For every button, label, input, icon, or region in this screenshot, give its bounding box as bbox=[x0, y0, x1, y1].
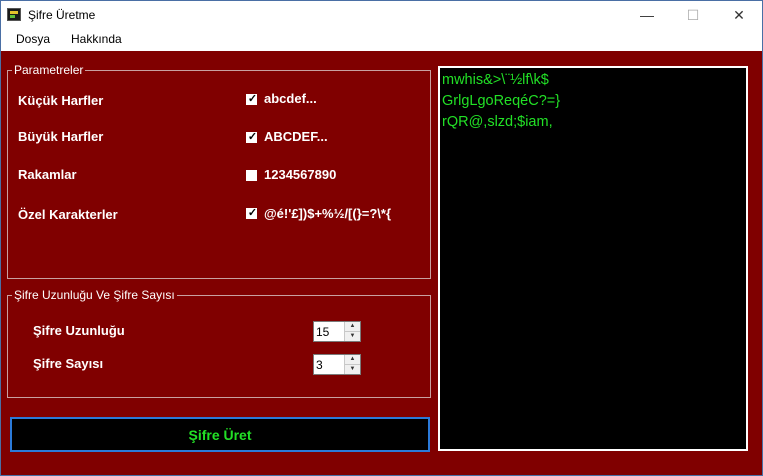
length-label: Şifre Uzunluğu bbox=[33, 323, 125, 338]
digits-checkbox[interactable] bbox=[246, 170, 257, 181]
count-stepper-arrows: ▲ ▼ bbox=[344, 355, 360, 374]
app-window: Şifre Üretme — ☐ ✕ Dosya Hakkında Parame… bbox=[0, 0, 763, 476]
uppercase-checkbox[interactable]: ✓ bbox=[246, 131, 258, 143]
special-chars-checkbox[interactable]: ✓ bbox=[246, 207, 258, 219]
title-bar[interactable]: Şifre Üretme — ☐ ✕ bbox=[1, 1, 762, 29]
count-stepper[interactable]: ▲ ▼ bbox=[313, 354, 361, 375]
window-title: Şifre Üretme bbox=[28, 8, 96, 22]
maximize-button[interactable]: ☐ bbox=[670, 1, 716, 29]
length-stepper[interactable]: ▲ ▼ bbox=[313, 321, 361, 342]
minimize-button[interactable]: — bbox=[624, 1, 670, 29]
special-chars-sample[interactable]: @é!'£])$+%½/[(}=?\*{ bbox=[264, 206, 391, 221]
special-chars-label: Özel Karakterler bbox=[18, 207, 118, 222]
password-line: GrlgLgoReqéC?=} bbox=[442, 93, 561, 109]
checkmark-icon: ✓ bbox=[247, 131, 258, 143]
generate-password-button[interactable]: Şifre Üret bbox=[10, 417, 430, 452]
up-arrow-icon[interactable]: ▲ bbox=[345, 322, 360, 332]
menu-bar: Dosya Hakkında bbox=[1, 29, 762, 51]
uppercase-label: Büyük Harfler bbox=[18, 129, 104, 144]
length-count-legend: Şifre Uzunluğu Ve Şifre Sayısı bbox=[14, 288, 175, 302]
length-input[interactable] bbox=[314, 322, 346, 341]
checkmark-icon: ✓ bbox=[247, 207, 258, 219]
parameters-legend: Parametreler bbox=[14, 63, 84, 77]
checkmark-icon: ✓ bbox=[247, 93, 258, 105]
menu-hakkinda[interactable]: Hakkında bbox=[71, 32, 122, 46]
password-output[interactable]: mwhis&>\¨½lf\k$ GrlgLgoReqéC?=} rQR@,slz… bbox=[438, 66, 748, 451]
count-label: Şifre Sayısı bbox=[33, 356, 104, 371]
length-count-group: Şifre Uzunluğu Ve Şifre Sayısı bbox=[7, 288, 431, 398]
digits-sample[interactable]: 1234567890 bbox=[264, 167, 336, 182]
main-panel: Parametreler Küçük Harfler ✓ abcdef... B… bbox=[1, 51, 762, 475]
down-arrow-icon[interactable]: ▼ bbox=[345, 365, 360, 374]
lowercase-sample[interactable]: abcdef... bbox=[264, 91, 317, 106]
lowercase-label: Küçük Harfler bbox=[18, 93, 104, 108]
password-line: mwhis&>\¨½lf\k$ bbox=[442, 72, 549, 88]
app-icon bbox=[7, 8, 21, 21]
uppercase-sample[interactable]: ABCDEF... bbox=[264, 129, 328, 144]
close-button[interactable]: ✕ bbox=[716, 1, 762, 29]
menu-dosya[interactable]: Dosya bbox=[16, 32, 50, 46]
count-input[interactable] bbox=[314, 355, 346, 374]
length-stepper-arrows: ▲ ▼ bbox=[344, 322, 360, 341]
password-line: rQR@,slzd;$iam, bbox=[442, 114, 553, 130]
down-arrow-icon[interactable]: ▼ bbox=[345, 332, 360, 341]
lowercase-checkbox[interactable]: ✓ bbox=[246, 93, 258, 105]
up-arrow-icon[interactable]: ▲ bbox=[345, 355, 360, 365]
digits-label: Rakamlar bbox=[18, 167, 77, 182]
